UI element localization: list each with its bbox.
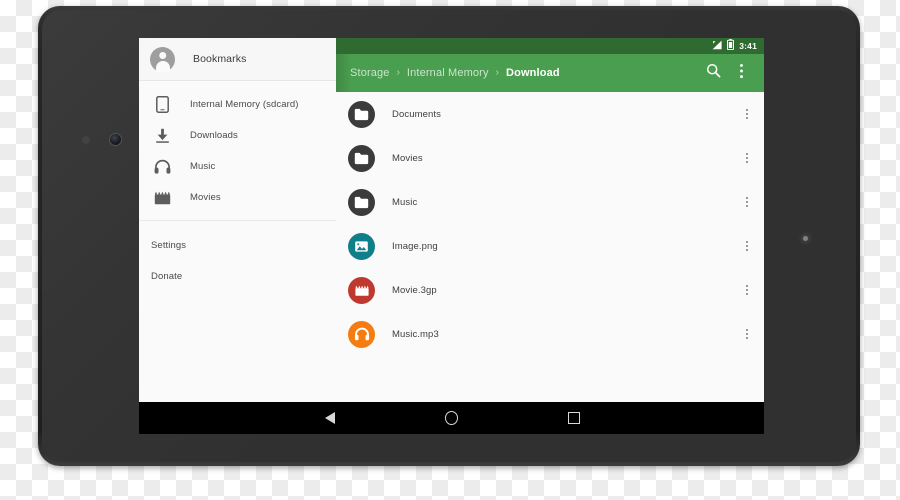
- folder-icon: [348, 188, 375, 216]
- sidebar-item-music[interactable]: Music: [139, 151, 336, 182]
- breadcrumb: Storage › Internal Memory › Download: [350, 67, 699, 79]
- nav-home-button[interactable]: [435, 402, 469, 434]
- row-overflow-menu-icon[interactable]: [736, 231, 758, 261]
- file-name: Music: [392, 196, 418, 208]
- file-list: Documents Movies Music Image.png Movie.3…: [336, 92, 764, 402]
- folder-icon: [348, 100, 375, 128]
- table-row[interactable]: Image.png: [336, 224, 764, 268]
- drawer-bookmarks-section: Internal Memory (sdcard) Downloads Music…: [139, 81, 336, 221]
- drawer-header-label: Bookmarks: [193, 53, 247, 65]
- tablet-device: Bookmarks Internal Memory (sdcard) Downl…: [38, 6, 860, 466]
- sidebar-item-label: Movies: [190, 192, 221, 203]
- table-row[interactable]: Movie.3gp: [336, 268, 764, 312]
- sidebar-item-label: Settings: [151, 240, 187, 251]
- file-name: Movie.3gp: [392, 284, 437, 296]
- overflow-menu-button[interactable]: [727, 59, 755, 87]
- overflow-menu-icon: [739, 63, 744, 84]
- row-overflow-menu-icon[interactable]: [736, 99, 758, 129]
- nav-recents-button[interactable]: [557, 402, 591, 434]
- sidebar-item-downloads[interactable]: Downloads: [139, 120, 336, 151]
- recents-square-icon: [567, 412, 580, 424]
- status-icons: 3:41: [712, 38, 757, 55]
- app-bar: Storage › Internal Memory › Download: [336, 54, 764, 92]
- file-name: Image.png: [392, 240, 438, 252]
- file-name: Documents: [392, 108, 441, 120]
- movie-clapper-icon: [151, 187, 173, 209]
- sidebar-item-label: Music: [190, 161, 216, 172]
- battery-icon: [727, 38, 735, 55]
- search-icon: [706, 63, 721, 83]
- signal-icon: [712, 38, 723, 55]
- image-file-icon: [348, 232, 375, 260]
- sidebar-item-internal-memory[interactable]: Internal Memory (sdcard): [139, 89, 336, 120]
- download-icon: [151, 125, 173, 147]
- video-file-icon: [348, 276, 375, 304]
- notification-led-icon: [803, 236, 808, 241]
- file-name: Movies: [392, 152, 423, 164]
- file-name: Music.mp3: [392, 328, 439, 340]
- android-status-bar: 3:41: [336, 38, 764, 54]
- home-circle-icon: [445, 411, 458, 425]
- row-overflow-menu-icon[interactable]: [736, 275, 758, 305]
- row-overflow-menu-icon[interactable]: [736, 143, 758, 173]
- table-row[interactable]: Music: [336, 180, 764, 224]
- table-row[interactable]: Movies: [336, 136, 764, 180]
- tablet-screen: Bookmarks Internal Memory (sdcard) Downl…: [139, 38, 764, 434]
- account-avatar-icon: [150, 46, 175, 72]
- folder-icon: [348, 144, 375, 172]
- nav-back-button[interactable]: [313, 402, 347, 434]
- file-manager-app: Bookmarks Internal Memory (sdcard) Downl…: [139, 38, 764, 402]
- sidebar-item-label: Internal Memory (sdcard): [190, 99, 299, 110]
- audio-file-icon: [348, 320, 375, 348]
- breadcrumb-item-download[interactable]: Download: [506, 67, 560, 79]
- table-row[interactable]: Music.mp3: [336, 312, 764, 356]
- headphones-icon: [151, 156, 173, 178]
- sidebar-item-label: Donate: [151, 271, 183, 282]
- navigation-drawer: Bookmarks Internal Memory (sdcard) Downl…: [139, 38, 336, 402]
- row-overflow-menu-icon[interactable]: [736, 187, 758, 217]
- table-row[interactable]: Documents: [336, 92, 764, 136]
- sidebar-item-movies[interactable]: Movies: [139, 182, 336, 213]
- breadcrumb-separator-icon: ›: [396, 67, 400, 78]
- search-button[interactable]: [699, 59, 727, 87]
- drawer-footer-section: Settings Donate: [139, 221, 336, 292]
- sidebar-item-label: Downloads: [190, 130, 238, 141]
- row-overflow-menu-icon[interactable]: [736, 319, 758, 349]
- back-triangle-icon: [324, 412, 335, 424]
- content-pane: 3:41 Storage › Internal Memory › Downloa…: [336, 38, 764, 402]
- phone-storage-icon: [151, 94, 173, 116]
- front-camera-icon: [110, 134, 121, 145]
- android-navigation-bar: [139, 402, 764, 434]
- breadcrumb-item-internal-memory[interactable]: Internal Memory: [407, 67, 489, 79]
- proximity-sensor-icon: [82, 136, 90, 144]
- tablet-bezel: Bookmarks Internal Memory (sdcard) Downl…: [42, 10, 856, 462]
- breadcrumb-item-storage[interactable]: Storage: [350, 67, 390, 79]
- drawer-header[interactable]: Bookmarks: [139, 38, 336, 81]
- status-time: 3:41: [739, 41, 757, 51]
- sidebar-item-donate[interactable]: Donate: [139, 261, 336, 292]
- sidebar-item-settings[interactable]: Settings: [139, 230, 336, 261]
- breadcrumb-separator-icon: ›: [495, 67, 499, 78]
